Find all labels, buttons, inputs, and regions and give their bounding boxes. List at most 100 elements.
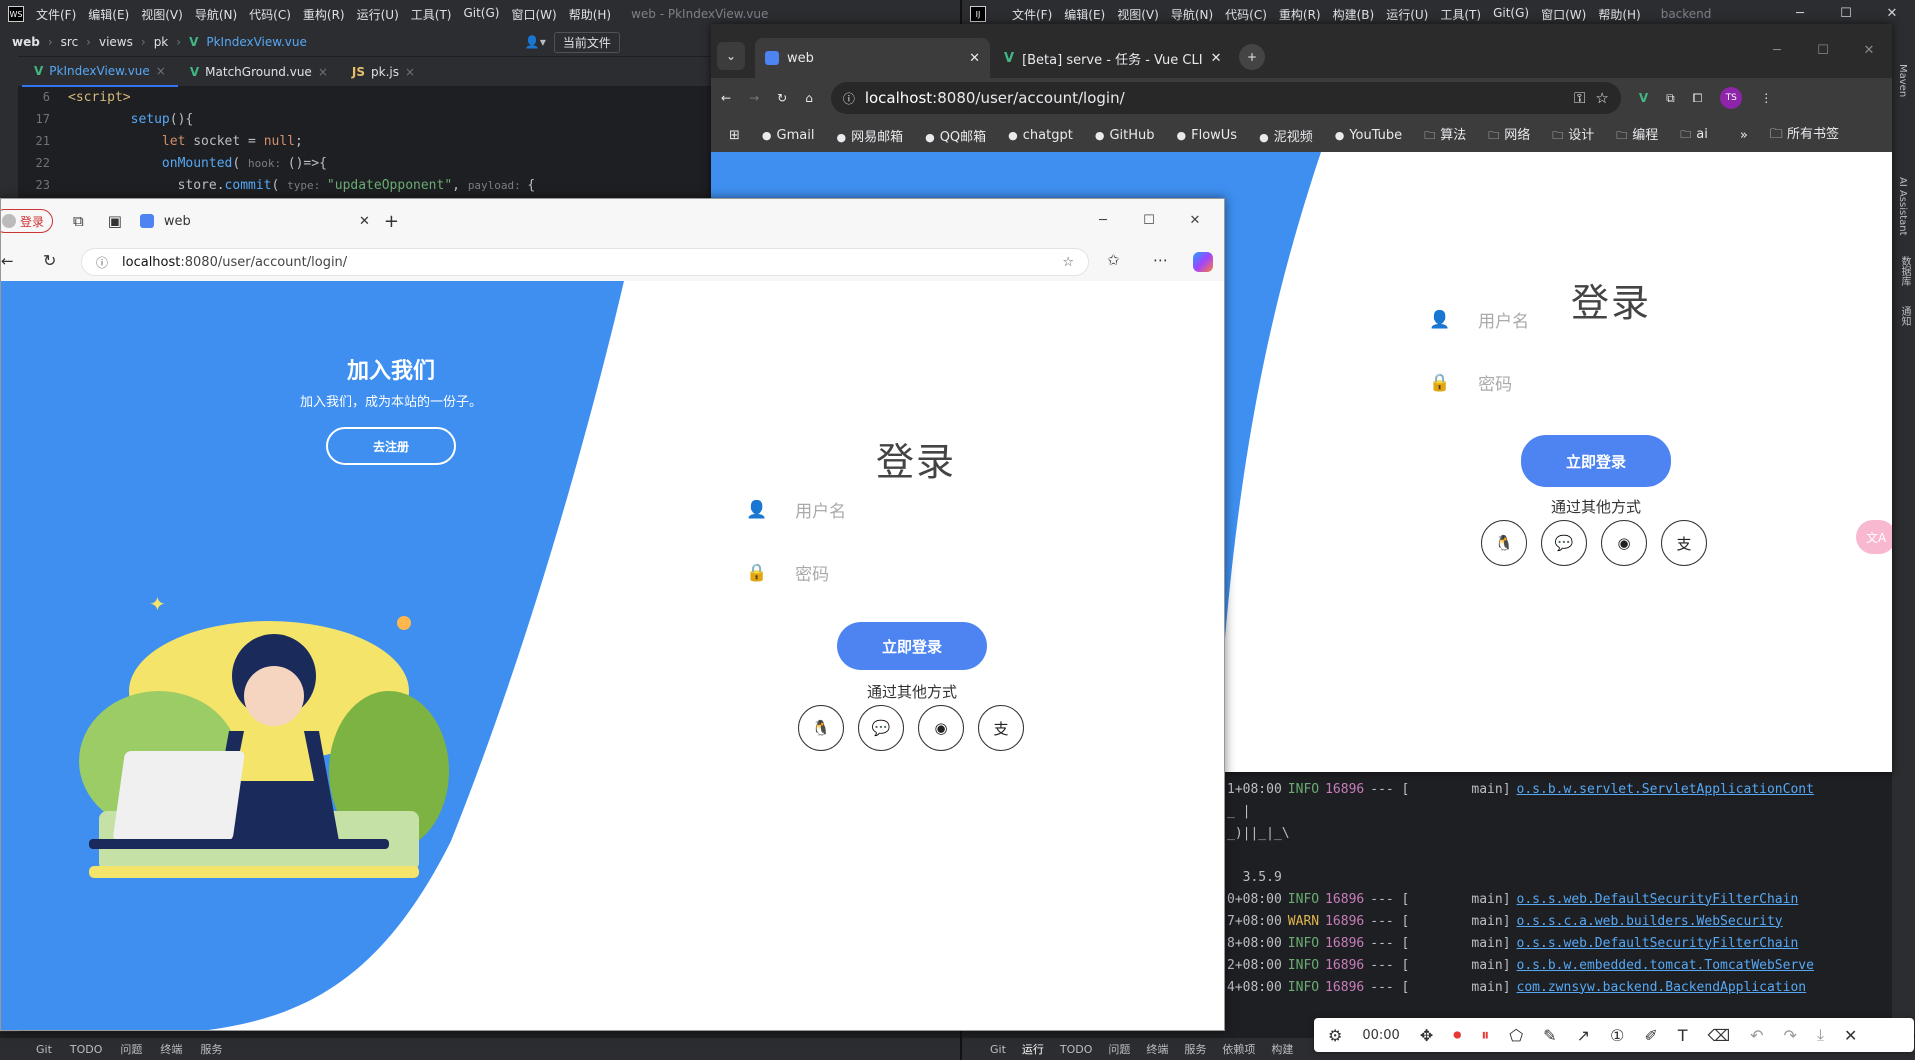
menu-item[interactable]: 视图(V) [1111,6,1165,23]
log-class[interactable]: o.s.s.c.a.web.builders.WebSecurity [1517,914,1783,929]
extension-icon[interactable]: ⧉ [1666,91,1675,106]
menu-item[interactable]: 文件(F) [30,6,82,23]
maximize-icon[interactable]: ☐ [1800,24,1846,78]
status-terminal[interactable]: 终端 [160,1041,182,1057]
login-button[interactable]: 立即登录 [1521,435,1671,487]
login-button[interactable]: 立即登录 [837,622,987,670]
notifications-label[interactable]: 通知 [1897,306,1912,326]
breadcrumb-item[interactable]: PkIndexView.vue [206,35,307,49]
redo-icon[interactable]: ↷ [1784,1026,1797,1045]
apps-grid-icon[interactable]: ⊞ [729,128,740,143]
close-icon[interactable]: ✕ [1846,24,1892,78]
chrome-address-bar[interactable]: ⓘ localhost:8080/user/account/login/ ⚿ ☆ [830,82,1621,114]
reload-icon[interactable]: ↻ [43,251,56,270]
status-git[interactable]: Git [36,1043,52,1056]
username-input[interactable]: 用户名 [1478,307,1529,332]
bookmark-item[interactable]: ● 泥视频 [1259,126,1313,145]
eraser-icon[interactable]: ⌫ [1708,1026,1731,1045]
menu-item[interactable]: 窗口(W) [505,6,562,23]
back-icon[interactable]: ← [721,91,731,105]
bookmark-item[interactable]: 🗀 网络 [1488,124,1530,146]
bookmark-star-icon[interactable]: ☆ [1595,89,1608,107]
password-key-icon[interactable]: ⚿ [1574,89,1585,107]
log-class[interactable]: o.s.b.w.embedded.tomcat.TomcatWebServe [1517,958,1814,973]
password-input[interactable]: 密码 [1478,370,1512,395]
username-field[interactable]: 👤 用户名 [746,497,846,523]
forward-icon[interactable]: → [749,91,759,105]
menu-item[interactable]: Git(G) [1487,6,1535,23]
workspaces-icon[interactable]: ⧉ [73,212,84,230]
menu-item[interactable]: 工具(T) [1434,6,1487,23]
menu-item[interactable]: 文件(F) [1006,6,1058,23]
minimize-icon[interactable]: ─ [1080,199,1126,243]
bookmark-item[interactable]: ● QQ邮箱 [925,126,986,145]
current-file-dropdown[interactable]: 当前文件 [553,31,620,53]
status-services[interactable]: 服务 [1184,1041,1206,1057]
chrome-tab-vue-cli[interactable]: V [Beta] serve - 任务 - Vue CLI ✕ [994,38,1229,78]
chrome-menu-icon[interactable]: ⋮ [1760,91,1772,105]
status-dependencies[interactable]: 依赖项 [1222,1041,1255,1057]
tab-search-icon[interactable]: ⌄ [717,42,745,70]
more-bookmarks-icon[interactable]: » [1740,128,1748,143]
new-tab-button[interactable]: + [1239,44,1265,70]
user-icon[interactable]: 👤▾ [525,35,546,49]
number-icon[interactable]: ① [1610,1026,1624,1045]
all-bookmarks[interactable]: 🗀 所有书签 [1770,123,1839,147]
breadcrumb-item[interactable]: pk [154,35,169,49]
close-icon[interactable]: ✕ [1844,1026,1857,1045]
translate-icon[interactable]: 文A [1856,520,1892,554]
username-field[interactable]: 👤 用户名 [1429,307,1529,333]
database-label[interactable]: 数据库 [1897,256,1912,286]
menu-item[interactable]: 运行(U) [351,6,405,23]
status-services[interactable]: 服务 [200,1041,222,1057]
menu-item[interactable]: 帮助(H) [1592,6,1646,23]
close-icon[interactable]: ✕ [1211,51,1222,66]
pen-path-icon[interactable]: ✎ [1543,1026,1556,1045]
chrome-tab-web[interactable]: web ✕ [755,38,990,78]
menu-item[interactable]: 工具(T) [405,6,458,23]
menu-item[interactable]: 编辑(E) [1058,6,1111,23]
social-login-weibo[interactable]: ◉ [1601,520,1647,566]
menu-item[interactable]: 视图(V) [135,6,189,23]
bookmark-item[interactable]: ● FlowUs [1177,128,1238,143]
edge-tab-web[interactable]: web ✕ [139,204,370,238]
tab-matchground[interactable]: V MatchGround.vue × [178,57,340,87]
undo-icon[interactable]: ↶ [1750,1026,1763,1045]
signup-button[interactable]: 去注册 [326,427,456,465]
bookmark-item[interactable]: ● 网易邮箱 [836,126,903,145]
pause-icon[interactable]: ⏸ [1481,1025,1489,1045]
menu-item[interactable]: 重构(R) [297,6,351,23]
bookmark-item[interactable]: 🗀 算法 [1424,124,1466,146]
bookmark-item[interactable]: ● Gmail [762,128,815,143]
status-todo[interactable]: TODO [1060,1043,1093,1056]
menu-item[interactable]: 代码(C) [243,6,297,23]
settings-more-icon[interactable]: ⋯ [1153,251,1168,269]
edge-address-bar[interactable]: ⓘ localhost:8080/user/account/login/ ☆ [81,248,1089,276]
close-icon[interactable]: × [318,65,328,79]
brush-icon[interactable]: ✐ [1644,1026,1657,1045]
close-icon[interactable]: × [405,65,415,79]
run-console[interactable]: 1+08:00 INFO 16896 --- [main] o.s.b.w.servle… [1227,778,1867,998]
favorites-icon[interactable]: ✩ [1107,251,1120,269]
extensions-puzzle-icon[interactable]: ⧠ [1693,91,1703,106]
bookmark-item[interactable]: ● chatgpt [1008,128,1073,143]
menu-item[interactable]: 导航(N) [1165,6,1219,23]
log-class[interactable]: o.s.s.web.DefaultSecurityFilterChain [1517,892,1799,907]
social-login-weibo[interactable]: ◉ [918,705,964,751]
social-login-wechat[interactable]: 💬 [858,705,904,751]
social-login-alipay[interactable]: 支 [1661,520,1707,566]
site-info-icon[interactable]: ⓘ [96,254,108,271]
password-field[interactable]: 🔒 密码 [1429,370,1512,396]
close-icon[interactable]: ✕ [969,51,980,66]
log-class[interactable]: com.zwnsyw.backend.BackendApplication [1517,980,1807,995]
status-run[interactable]: 运行 [1022,1041,1044,1057]
menu-item[interactable]: 运行(U) [1380,6,1434,23]
profile-login-button[interactable]: 登录 [1,209,54,233]
reload-icon[interactable]: ↻ [777,91,787,105]
favorite-star-icon[interactable]: ☆ [1062,255,1074,270]
breadcrumb-item[interactable]: src [61,35,79,49]
home-icon[interactable]: ⌂ [805,91,813,105]
social-login-wechat[interactable]: 💬 [1541,520,1587,566]
menu-item[interactable]: 帮助(H) [563,6,617,23]
menu-item[interactable]: 构建(B) [1327,6,1381,23]
